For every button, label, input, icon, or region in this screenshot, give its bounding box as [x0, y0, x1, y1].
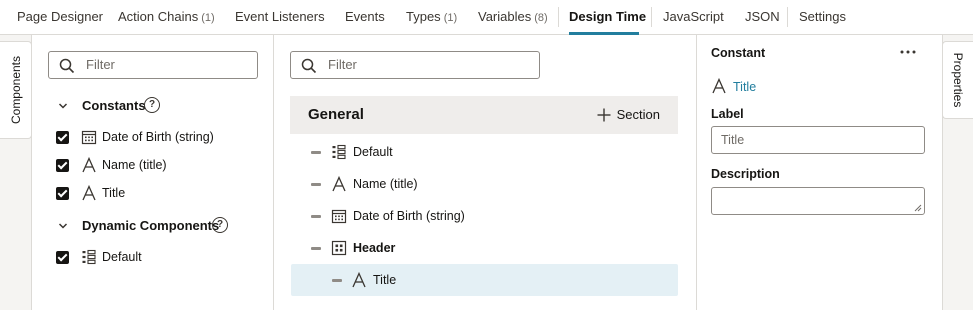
tab-json[interactable]: JSON: [745, 0, 780, 34]
help-icon[interactable]: ?: [212, 217, 228, 233]
tab-label: Variables: [478, 9, 532, 24]
search-icon: [59, 58, 75, 74]
tab-javascript[interactable]: JavaScript: [663, 0, 724, 34]
structure-item-label[interactable]: Date of Birth (string): [353, 209, 465, 223]
tab-count: (1): [201, 12, 215, 24]
side-tab-label: Components: [8, 55, 23, 125]
calendar-icon: [331, 209, 347, 224]
selected-row[interactable]: [291, 264, 678, 296]
search-icon: [301, 58, 317, 74]
text-icon: [332, 176, 346, 192]
constant-title-link[interactable]: Title: [733, 80, 756, 94]
tab-page-designer[interactable]: Page Designer: [17, 0, 103, 34]
tab-divider: [651, 7, 652, 27]
description-field-label: Description: [711, 167, 780, 181]
tab-label: Page Designer: [17, 9, 103, 24]
tab-design-time[interactable]: Design Time: [569, 0, 646, 35]
tab-label: Action Chains: [118, 9, 199, 24]
side-tab-label: Properties: [951, 52, 965, 108]
calendar-icon: [81, 130, 97, 145]
general-group-header: General Section: [290, 96, 678, 134]
drag-handle[interactable]: [311, 247, 321, 250]
tab-label: Events: [345, 9, 385, 24]
chevron-down-icon[interactable]: [58, 101, 68, 111]
tab-types[interactable]: Types (1): [406, 0, 457, 34]
checkbox-name-title[interactable]: [56, 159, 69, 172]
tab-event-listeners[interactable]: Event Listeners: [235, 0, 325, 34]
structure-item-label[interactable]: Header: [353, 241, 395, 255]
components-side-tab[interactable]: Components: [0, 41, 32, 139]
structure-item-label[interactable]: Title: [373, 273, 396, 287]
tab-count: (1): [443, 12, 458, 24]
properties-side-tab[interactable]: Properties: [942, 41, 973, 119]
tab-action-chains[interactable]: Action Chains (1): [118, 0, 215, 34]
structure-item-label[interactable]: Default: [353, 145, 393, 159]
text-icon: [352, 272, 366, 288]
drag-handle[interactable]: [311, 215, 321, 218]
label-input[interactable]: Title: [711, 126, 925, 154]
tab-divider: [558, 7, 559, 27]
filter-placeholder: Filter: [86, 57, 115, 72]
tab-label: Settings: [799, 9, 846, 24]
form-layout-icon: [82, 249, 96, 265]
tab-variables[interactable]: Variables (8): [478, 0, 548, 34]
constants-heading: Constants: [82, 98, 146, 113]
checkbox-title[interactable]: [56, 187, 69, 200]
filter-placeholder: Filter: [328, 57, 357, 72]
section-button-label: Section: [616, 107, 660, 122]
label-field-label: Label: [711, 107, 744, 121]
label-placeholder: Title: [721, 133, 745, 147]
tab-label: Design Time: [569, 9, 647, 24]
structure-panel: Filter General Section Default Name (tit…: [274, 35, 697, 310]
dynamic-components-heading: Dynamic Components: [82, 218, 220, 233]
add-section-button[interactable]: Section: [597, 104, 660, 126]
tab-label: JSON: [745, 9, 780, 24]
grid-icon: [331, 240, 347, 256]
tab-label: JavaScript: [663, 9, 724, 24]
tab-divider: [787, 7, 788, 27]
component-item-label: Title: [102, 186, 126, 200]
structure-item-label[interactable]: Name (title): [353, 177, 418, 191]
component-item-label: Date of Birth (string): [102, 130, 214, 144]
properties-title: Constant: [711, 46, 766, 60]
more-options-icon[interactable]: [897, 45, 919, 59]
help-icon[interactable]: ?: [144, 97, 160, 113]
component-item-label: Default: [102, 250, 142, 264]
checkbox-default[interactable]: [56, 251, 69, 264]
checkbox-date-of-birth[interactable]: [56, 131, 69, 144]
components-panel: Filter Constants ? Date of Birth (string…: [32, 35, 274, 310]
properties-panel: Constant Title Label Title Description: [697, 35, 943, 310]
group-title: General: [308, 106, 364, 123]
tab-label: Event Listeners: [235, 9, 325, 24]
tab-label: Types: [406, 9, 441, 24]
drag-handle[interactable]: [311, 151, 321, 154]
tab-bar: Page Designer Action Chains (1) Event Lis…: [0, 0, 973, 35]
text-icon: [82, 157, 96, 173]
tab-count: (8): [534, 12, 548, 24]
components-filter-input[interactable]: Filter: [48, 51, 258, 79]
drag-handle[interactable]: [311, 183, 321, 186]
form-layout-icon: [332, 144, 346, 160]
drag-handle[interactable]: [332, 279, 342, 282]
text-icon: [82, 185, 96, 201]
text-icon: [712, 78, 726, 94]
component-item-label: Name (title): [102, 158, 167, 172]
chevron-down-icon[interactable]: [58, 221, 68, 231]
tab-settings[interactable]: Settings: [799, 0, 846, 34]
tab-events[interactable]: Events: [345, 0, 385, 34]
structure-filter-input[interactable]: Filter: [290, 51, 540, 79]
resize-grip-icon[interactable]: [914, 204, 922, 212]
description-textarea[interactable]: [711, 187, 925, 215]
plus-icon: [597, 108, 611, 122]
